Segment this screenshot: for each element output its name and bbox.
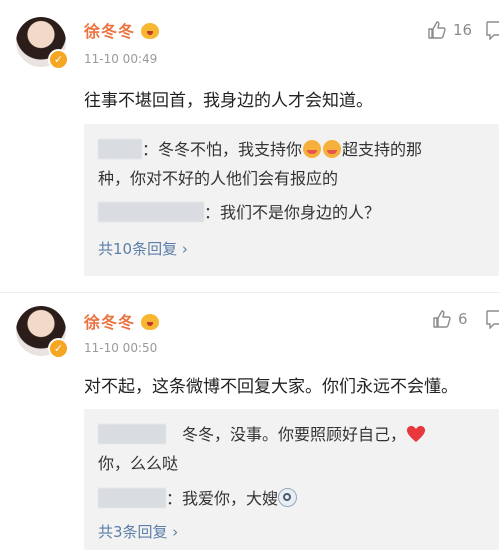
username[interactable]: 徐冬冬 [84, 18, 160, 42]
like-count: 6 [458, 310, 468, 328]
username[interactable]: 徐冬冬 [84, 309, 160, 333]
reply-item: 冬冬，没事。你要照顾好自己， [98, 421, 426, 447]
reply-item: ：我们不是你身边的人？ [98, 199, 380, 223]
avatar[interactable]: ✓ [16, 306, 69, 359]
reply-author-redacted[interactable] [98, 202, 204, 222]
reply-item-continuation: 你，么么哒 [98, 454, 179, 473]
comment-text: 往事不堪回首，我身边的人才会知道。 [84, 91, 373, 111]
vip-badge-icon [141, 314, 160, 330]
like-button[interactable]: 16 [427, 20, 472, 40]
reply-box: ：冬冬不怕，我支持你 超支持的那 种，你对不好的人他们会有报应的 ：我们不是你身边… [84, 124, 499, 276]
thumbs-up-icon[interactable] [427, 20, 447, 40]
comment-item: ✓ 徐冬冬 11-10 00:50 6 对不起，这条微博不回复大家。你们永远不会… [0, 293, 499, 550]
reply-item-continuation: 种，你对不好的人他们会有报应的 [98, 169, 339, 188]
comment-item: ✓ 徐冬冬 11-10 00:49 16 往事不堪回首，我身边的人才会知道。 ：… [0, 0, 499, 290]
verified-badge-icon: ✓ [48, 49, 69, 70]
reply-item: ：我爱你，大嫂 [98, 485, 298, 509]
dizzy-emoji-icon [278, 488, 298, 507]
blush-emoji-icon [303, 140, 322, 158]
timestamp: 11-10 00:50 [84, 341, 158, 355]
reply-author-redacted[interactable] [98, 488, 166, 508]
comment-icon[interactable] [486, 309, 499, 329]
reply-box: 冬冬，没事。你要照顾好自己， 你，么么哒 ：我爱你，大嫂 共3条回复 › [84, 409, 499, 550]
like-button[interactable]: 6 [432, 309, 468, 329]
verified-badge-icon: ✓ [48, 338, 69, 359]
heart-icon [406, 425, 426, 447]
comment-text: 对不起，这条微博不回复大家。你们永远不会懂。 [84, 377, 458, 397]
comment-icon[interactable] [486, 20, 499, 40]
expand-replies-link[interactable]: 共10条回复 › [98, 238, 188, 259]
reply-item: ：冬冬不怕，我支持你 超支持的那 [98, 136, 422, 160]
expand-replies-link[interactable]: 共3条回复 › [98, 521, 178, 542]
reply-author-redacted[interactable] [98, 139, 142, 159]
like-count: 16 [453, 21, 473, 39]
reply-author-redacted[interactable] [98, 424, 166, 444]
vip-badge-icon [141, 23, 160, 39]
avatar[interactable]: ✓ [16, 17, 69, 70]
timestamp: 11-10 00:49 [84, 52, 158, 66]
thumbs-up-icon[interactable] [432, 309, 452, 329]
blush-emoji-icon [323, 140, 342, 158]
